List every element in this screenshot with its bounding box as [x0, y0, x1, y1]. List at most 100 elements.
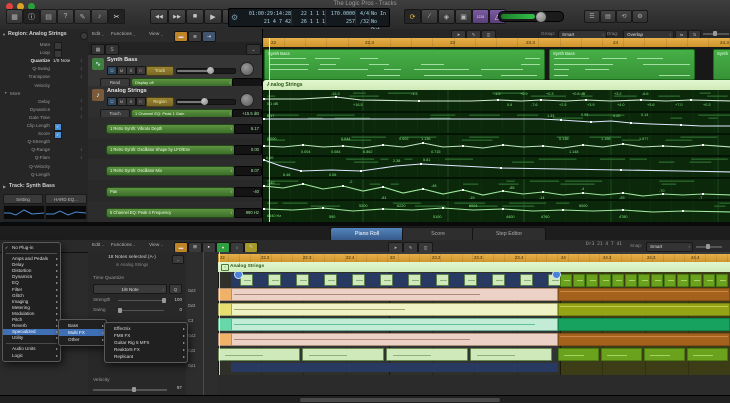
- solo-button[interactable]: S: [126, 66, 136, 75]
- selected-midi-note[interactable]: [218, 303, 232, 316]
- rewind-button[interactable]: ◀◀: [150, 9, 168, 24]
- automation-lane-header[interactable]: 6 Channel EQ: Peak 4 Frequency↕990 Hz: [88, 201, 262, 223]
- piano-key-label[interactable]: C♯2: [188, 348, 195, 353]
- pr-scrollbar-thumb[interactable]: [300, 398, 500, 402]
- midi-note[interactable]: [558, 318, 730, 331]
- smart-controls-button[interactable]: ▤: [40, 9, 57, 24]
- stop-button[interactable]: ■: [186, 9, 204, 24]
- menu-item[interactable]: Other▸: [59, 336, 106, 343]
- pr-finger-tool-button[interactable]: ◫: [418, 242, 433, 253]
- automation-lane-header[interactable]: 1 Retro Synth: Oscillator Mix↕8.07: [88, 159, 262, 181]
- midi-note[interactable]: [560, 274, 572, 287]
- piano-key-label[interactable]: G♯2: [188, 333, 196, 338]
- lane-parameter-select[interactable]: 1 Retro Synth: Oscillator Shape by LFO/E…: [106, 145, 235, 155]
- track-volume-thumb[interactable]: [201, 98, 208, 105]
- menu-item[interactable]: Bass▸: [59, 322, 106, 329]
- list-editors-button[interactable]: ☰: [584, 10, 600, 23]
- global-tracks-button[interactable]: ▦: [91, 44, 105, 55]
- menu-item[interactable]: Effectrix▸: [105, 325, 187, 332]
- pr-pencil-tool-button[interactable]: ✎: [403, 242, 418, 253]
- swing-thumb[interactable]: [118, 308, 122, 313]
- track-header[interactable]: ♪Analog Strings⏻MSRRegionTouch1 Channel …: [88, 86, 262, 118]
- midi-region[interactable]: Synth: [713, 49, 730, 80]
- piano-key-label[interactable]: D♯3: [188, 303, 195, 308]
- automation-lane-header[interactable]: 1 Retro Synth: Oscillator Shape by LFO/E…: [88, 138, 262, 160]
- menu-item[interactable]: Multi FX▸: [59, 329, 106, 336]
- inspector-row[interactable]: Q-Strength: [0, 138, 88, 146]
- midi-note[interactable]: [677, 274, 689, 287]
- inspector-row[interactable]: Q-Swing↕: [0, 65, 88, 73]
- track-volume-thumb[interactable]: [207, 67, 214, 74]
- selected-midi-note[interactable]: [380, 274, 393, 286]
- count-in-button[interactable]: 1234: [472, 9, 489, 24]
- selected-midi-note[interactable]: [218, 333, 232, 346]
- library-button[interactable]: ▦: [6, 9, 23, 24]
- menu-view[interactable]: View ⌄: [149, 32, 159, 37]
- replace-button[interactable]: ▣: [455, 9, 472, 24]
- strength-thumb[interactable]: [162, 298, 166, 303]
- midi-environment-button[interactable]: ♪: [91, 9, 108, 24]
- inspector-row[interactable]: Loop: [0, 49, 88, 57]
- pr-menu-view[interactable]: View ⌄: [149, 243, 159, 248]
- track-header[interactable]: ∿Synth Bass⏻MSRTrackReadDisplay off↕: [88, 55, 262, 87]
- eq-thumbnail[interactable]: [3, 205, 45, 220]
- lane-parameter-select[interactable]: 6 Channel EQ: Peak 4 Frequency↕: [106, 208, 235, 218]
- midi-note[interactable]: [558, 333, 730, 346]
- catch-button[interactable]: ▸: [202, 242, 216, 253]
- pr-bar-ruler[interactable]: 2222.222.322.42323.223.323.42424.224.324…: [218, 252, 730, 262]
- midi-note[interactable]: [599, 274, 611, 287]
- selected-midi-note[interactable]: [386, 348, 468, 361]
- tab-score[interactable]: Score: [402, 227, 474, 240]
- record-enable-button[interactable]: R: [136, 97, 146, 106]
- inspector-row[interactable]: Delay↕: [0, 98, 88, 106]
- forward-button[interactable]: ▶▶: [168, 9, 186, 24]
- track-volume-slider[interactable]: [176, 68, 236, 74]
- inspector-row[interactable]: Quantize1/8 Note↕: [0, 57, 88, 65]
- solo-button[interactable]: S: [126, 97, 136, 106]
- automation-target-badge[interactable]: Track: [146, 66, 174, 76]
- setting-button[interactable]: Setting: [3, 194, 43, 204]
- catch-playhead-button[interactable]: ⇥: [202, 31, 216, 42]
- piano-key-label[interactable]: G♯3: [188, 288, 196, 293]
- selected-midi-note[interactable]: [268, 274, 281, 286]
- midi-note[interactable]: [573, 274, 585, 287]
- inspector-more-row[interactable]: ▼More: [0, 90, 88, 98]
- snap-select[interactable]: Smart↕: [646, 242, 693, 252]
- strength-slider[interactable]: [118, 300, 164, 302]
- eq-setting-button[interactable]: HARD EQ...: [45, 194, 87, 204]
- pr-scrollbar[interactable]: [0, 395, 730, 403]
- menu-item[interactable]: FM8 FX▸: [105, 332, 187, 339]
- inspector-row[interactable]: Clip Length✓: [0, 122, 88, 130]
- lane-parameter-select[interactable]: 1 Retro Synth: Vibrato Depth↕: [106, 124, 235, 134]
- selected-midi-note[interactable]: [492, 274, 505, 286]
- master-volume-thumb[interactable]: [535, 11, 547, 23]
- pan-knob[interactable]: [240, 93, 254, 107]
- flex-toggle-button[interactable]: ≋: [188, 31, 202, 42]
- selected-midi-note[interactable]: [408, 274, 421, 286]
- record-enable-button[interactable]: R: [136, 66, 146, 75]
- quick-help-button[interactable]: ?: [57, 9, 74, 24]
- lcd-gear-icon[interactable]: ⚙: [231, 13, 241, 23]
- playhead[interactable]: [269, 38, 270, 222]
- menu-item[interactable]: No Plug-in✓: [3, 245, 60, 251]
- track-volume-slider[interactable]: [176, 99, 236, 105]
- midi-note[interactable]: [558, 303, 730, 316]
- midi-note[interactable]: [558, 348, 599, 361]
- mute-button[interactable]: M: [117, 66, 127, 75]
- inspector-row[interactable]: Gate Time↕: [0, 114, 88, 122]
- selected-midi-note[interactable]: [218, 348, 300, 361]
- note-grid[interactable]: [218, 272, 730, 375]
- midi-note[interactable]: [644, 348, 685, 361]
- pr-zoom-thumb[interactable]: [706, 244, 710, 249]
- selected-midi-note[interactable]: [218, 318, 232, 331]
- inspector-row[interactable]: Velocity: [0, 82, 88, 90]
- automation-area[interactable]: 0.1 dB-16.3+16.5-1.3-1.6+0.9+0.3+0.8 dB+…: [263, 90, 730, 222]
- swing-slider[interactable]: [118, 310, 164, 312]
- power-button[interactable]: ⏻: [107, 97, 117, 106]
- menu-functions[interactable]: Functions ⌄: [111, 32, 132, 37]
- midi-note[interactable]: [601, 348, 642, 361]
- zoom-slider-thumb[interactable]: [713, 31, 717, 36]
- selected-midi-note[interactable]: [324, 274, 337, 286]
- selected-midi-note[interactable]: [218, 288, 232, 301]
- velocity-tool-button[interactable]: ↕: [230, 242, 244, 253]
